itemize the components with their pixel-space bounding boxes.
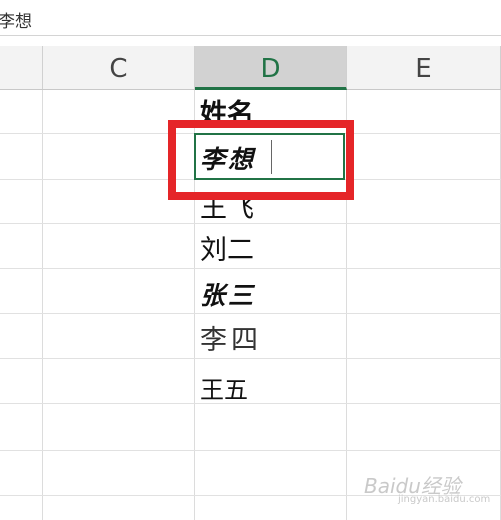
cell-d-row[interactable]: 刘二	[200, 228, 340, 267]
formula-bar[interactable]: 李想	[0, 0, 501, 36]
column-header-row: C D E	[0, 46, 501, 90]
cell-d-row[interactable]: 王五	[200, 370, 340, 405]
cell-d-row[interactable]: 张三	[200, 276, 340, 312]
gridline-vertical	[42, 90, 43, 520]
watermark-url: jingyan.baidu.com	[398, 494, 491, 505]
gridline-horizontal	[0, 358, 501, 359]
column-header-c[interactable]: C	[43, 46, 195, 89]
column-header-b[interactable]	[0, 46, 43, 89]
annotation-highlight-box	[168, 120, 354, 200]
cell-d-row[interactable]: 李四	[200, 318, 340, 357]
formula-bar-value[interactable]: 李想	[0, 7, 32, 32]
toolbar-gap	[0, 36, 501, 46]
gridline-horizontal	[0, 268, 501, 269]
column-header-e[interactable]: E	[347, 46, 501, 89]
gridline-horizontal	[0, 313, 501, 314]
gridline-horizontal	[0, 450, 501, 451]
column-header-d[interactable]: D	[195, 46, 347, 90]
